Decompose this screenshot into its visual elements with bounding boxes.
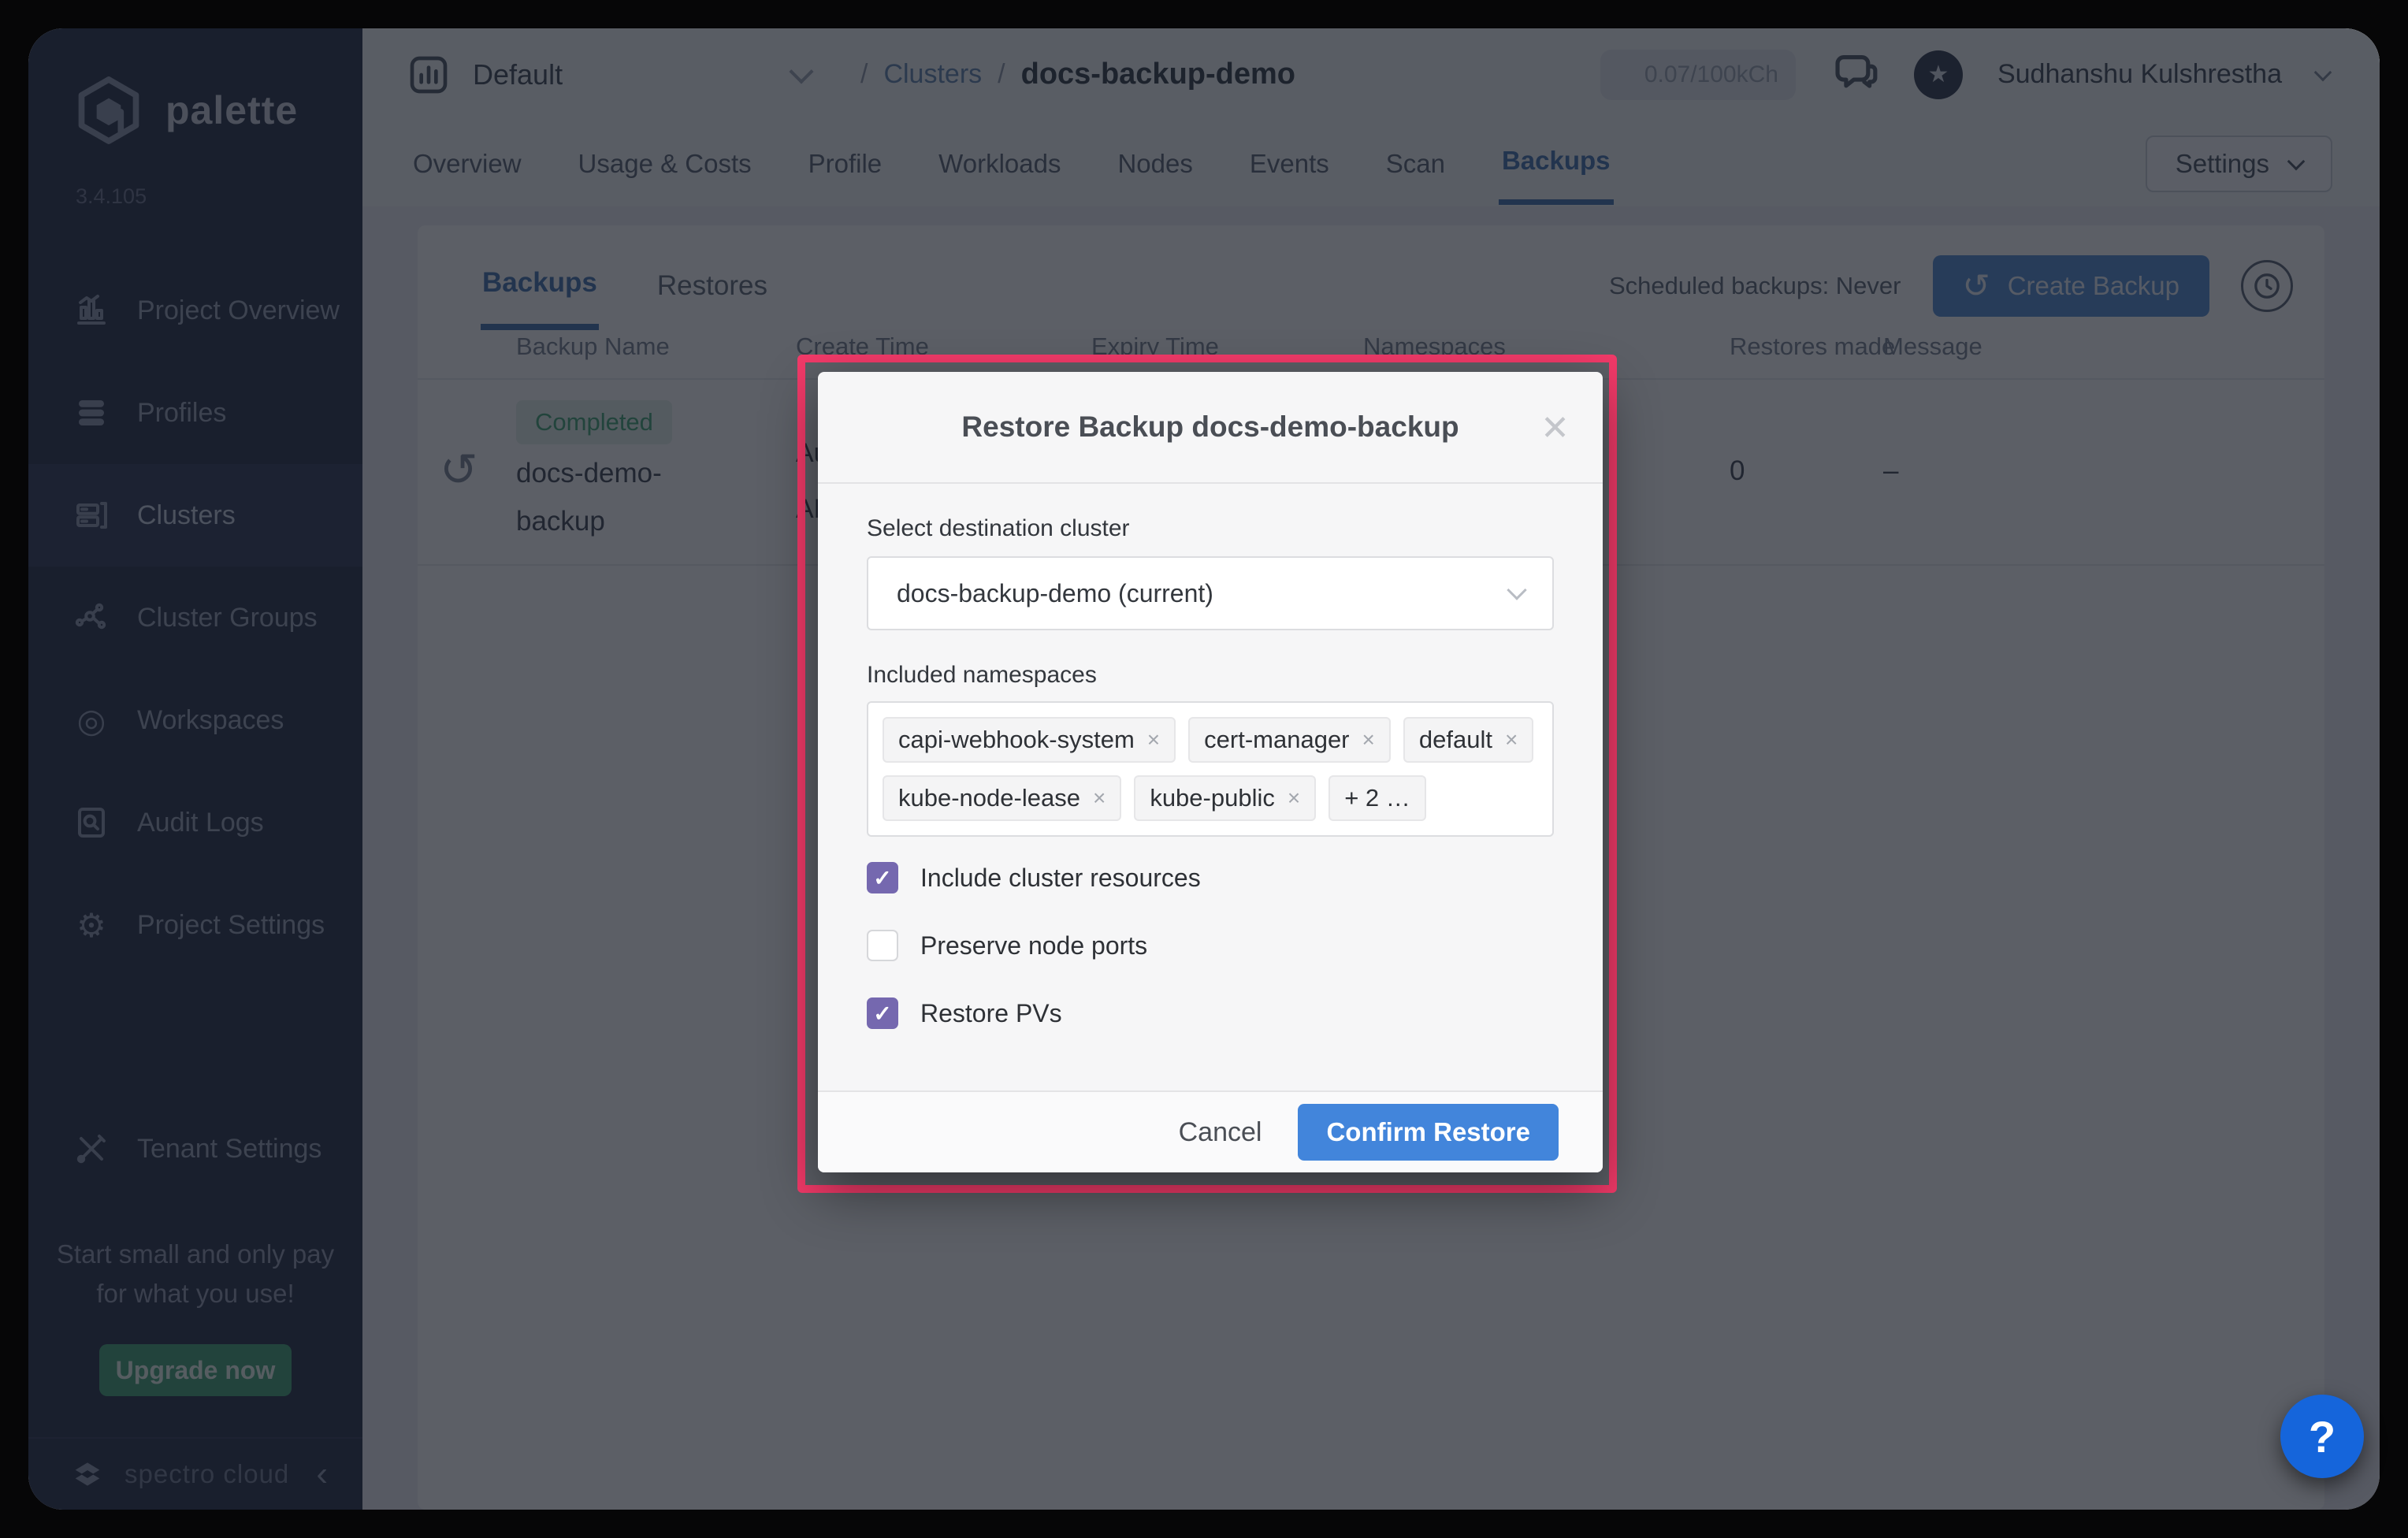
checkbox-icon: ✓ (867, 997, 898, 1029)
destination-cluster-select[interactable]: docs-backup-demo (current) (867, 556, 1554, 630)
chip-remove-icon[interactable]: × (1288, 786, 1300, 811)
chip-remove-icon[interactable]: × (1093, 786, 1106, 811)
chip-remove-icon[interactable]: × (1362, 727, 1375, 752)
namespace-chip: kube-public × (1134, 775, 1316, 821)
chip-label: + 2 … (1344, 784, 1410, 812)
modal-header: Restore Backup docs-demo-backup ✕ (818, 372, 1603, 484)
namespace-more-chip[interactable]: + 2 … (1328, 775, 1426, 821)
checkbox-include-cluster-resources[interactable]: ✓ Include cluster resources (867, 862, 1554, 893)
modal-footer: Cancel Confirm Restore (818, 1090, 1603, 1172)
chip-label: default (1419, 726, 1492, 754)
modal-title: Restore Backup docs-demo-backup (961, 411, 1459, 444)
namespace-chip: kube-node-lease × (883, 775, 1121, 821)
included-namespaces-field[interactable]: capi-webhook-system × cert-manager × def… (867, 701, 1554, 837)
modal-body: Select destination cluster docs-backup-d… (818, 484, 1603, 1029)
checkbox-restore-pvs[interactable]: ✓ Restore PVs (867, 997, 1554, 1029)
cancel-button[interactable]: Cancel (1179, 1117, 1262, 1148)
check-icon: ✓ (873, 865, 891, 891)
close-icon[interactable]: ✕ (1540, 408, 1570, 448)
destination-cluster-label: Select destination cluster (867, 515, 1554, 542)
namespace-chip: default × (1403, 717, 1533, 763)
chip-label: kube-public (1150, 784, 1275, 812)
checkbox-label: Preserve node ports (920, 931, 1147, 960)
restore-backup-modal: Restore Backup docs-demo-backup ✕ Select… (818, 372, 1603, 1172)
chip-label: cert-manager (1204, 726, 1349, 754)
chip-remove-icon[interactable]: × (1147, 727, 1160, 752)
chip-label: capi-webhook-system (898, 726, 1135, 754)
screenshot-root: palette 3.4.105 Project Overview (0, 0, 2408, 1538)
namespace-chip: capi-webhook-system × (883, 717, 1176, 763)
chip-remove-icon[interactable]: × (1505, 727, 1518, 752)
checkbox-label: Include cluster resources (920, 864, 1201, 893)
checkbox-preserve-node-ports[interactable]: ✓ Preserve node ports (867, 930, 1554, 961)
included-namespaces-label: Included namespaces (867, 662, 1554, 689)
chevron-down-icon (1507, 580, 1526, 600)
check-icon: ✓ (873, 1001, 891, 1027)
namespace-chip: cert-manager × (1188, 717, 1391, 763)
chip-label: kube-node-lease (898, 784, 1080, 812)
checkbox-icon: ✓ (867, 862, 898, 893)
confirm-restore-button[interactable]: Confirm Restore (1298, 1104, 1559, 1161)
help-button[interactable]: ? (2280, 1395, 2364, 1478)
checkbox-icon: ✓ (867, 930, 898, 961)
checkbox-label: Restore PVs (920, 999, 1062, 1028)
destination-cluster-value: docs-backup-demo (current) (897, 579, 1213, 608)
